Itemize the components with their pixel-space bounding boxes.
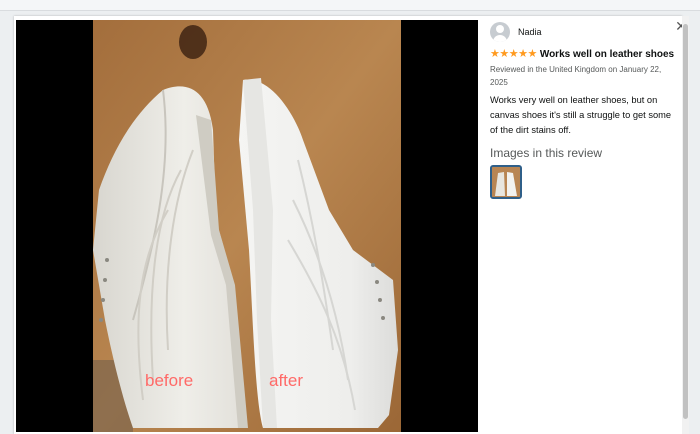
review-panel: Nadia ★★★★★ Works well on leather shoes …	[490, 22, 680, 432]
browser-top-strip	[0, 0, 700, 11]
before-label: before	[145, 371, 193, 390]
reviewer-name[interactable]: Nadia	[518, 27, 542, 37]
reviewer: Nadia	[490, 22, 680, 42]
star-rating-icon: ★★★★★	[490, 48, 537, 60]
review-image-thumbnail[interactable]	[490, 165, 522, 199]
scrollbar-thumb[interactable]	[683, 24, 688, 419]
review-photo: before after	[93, 20, 401, 432]
review-title[interactable]: Works well on leather shoes	[540, 49, 674, 60]
after-label: after	[269, 371, 303, 390]
images-heading: Images in this review	[490, 146, 603, 160]
person-icon	[490, 22, 510, 42]
rating-row: ★★★★★ Works well on leather shoes	[490, 48, 680, 60]
image-viewer[interactable]: before after	[16, 20, 478, 432]
scrollbar[interactable]	[682, 16, 689, 434]
review-body: Works very well on leather shoes, but on…	[490, 95, 672, 135]
review-date: Reviewed in the United Kingdom on Januar…	[490, 65, 662, 87]
